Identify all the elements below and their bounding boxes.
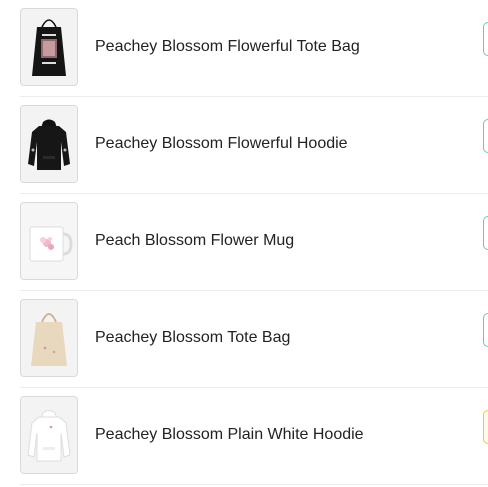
status-badge[interactable] (483, 410, 488, 444)
status-badge[interactable] (483, 313, 488, 347)
black-hoodie-icon (21, 106, 77, 182)
product-thumbnail[interactable] (20, 396, 78, 474)
product-name[interactable]: Peachey Blossom Flowerful Hoodie (95, 133, 348, 155)
product-thumbnail[interactable] (20, 299, 78, 377)
white-hoodie-icon (21, 397, 77, 473)
product-thumbnail[interactable] (20, 105, 78, 183)
natural-tote-bag-icon (21, 300, 77, 376)
product-row[interactable]: Peachey Blossom Flowerful Hoodie (20, 97, 488, 194)
product-row[interactable]: Peachey Blossom Tote Bag (20, 291, 488, 388)
product-list: Peachey Blossom Flowerful Tote Bag Peach… (0, 0, 488, 487)
product-thumbnail[interactable] (20, 8, 78, 86)
product-name[interactable]: Peachey Blossom Flowerful Tote Bag (95, 36, 360, 58)
product-name[interactable]: Peachey Blossom Tote Bag (95, 327, 290, 349)
product-name[interactable]: Peach Blossom Flower Mug (95, 230, 294, 252)
status-badge[interactable] (483, 216, 488, 250)
product-row[interactable]: Peachey Blossom Plain White Hoodie (20, 388, 488, 485)
product-row[interactable]: Peach Blossom Flower Mug (20, 194, 488, 291)
status-badge[interactable] (483, 22, 488, 56)
status-badge[interactable] (483, 119, 488, 153)
product-name[interactable]: Peachey Blossom Plain White Hoodie (95, 424, 364, 446)
product-row[interactable]: Peachey Blossom Flowerful Tote Bag (20, 0, 488, 97)
white-mug-icon (21, 203, 77, 279)
product-thumbnail[interactable] (20, 202, 78, 280)
black-tote-bag-icon (21, 9, 77, 85)
